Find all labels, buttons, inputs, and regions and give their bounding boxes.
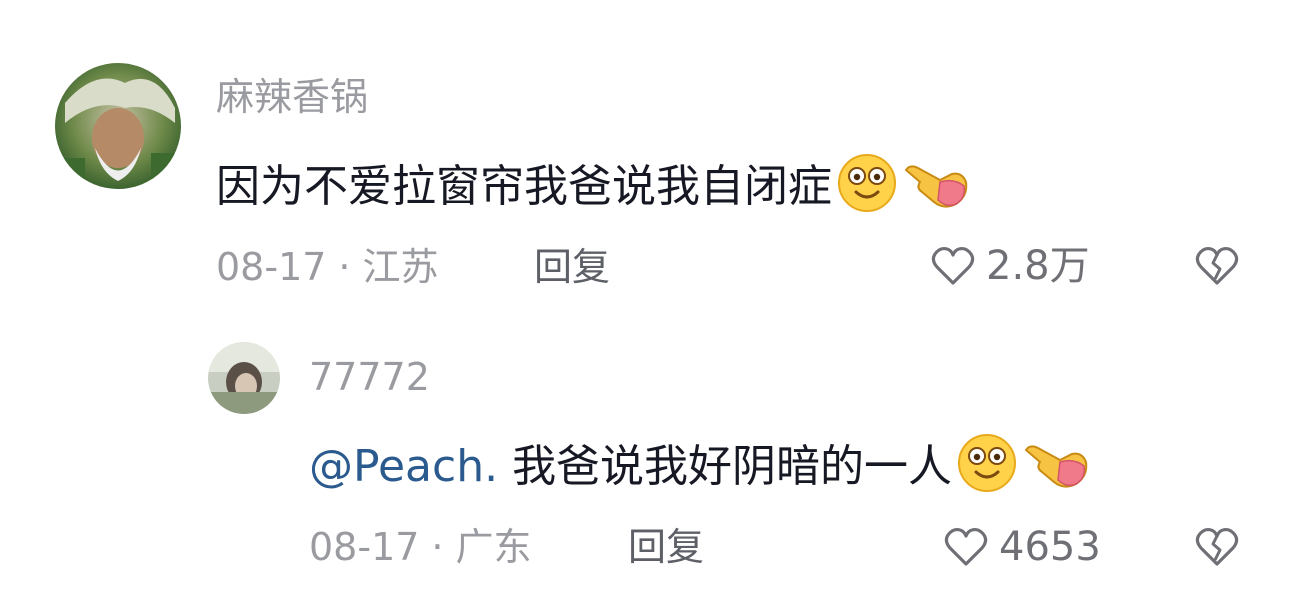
- avatar-image: [55, 63, 181, 189]
- mention-link[interactable]: @Peach.: [309, 445, 498, 489]
- meta-separator: ·: [431, 525, 444, 569]
- reply-location: 广东: [455, 525, 532, 569]
- like-count: 2.8万: [986, 243, 1090, 289]
- username[interactable]: 麻辣香锅: [216, 78, 368, 116]
- avatar[interactable]: [55, 63, 181, 189]
- reply-avatar[interactable]: [208, 342, 280, 414]
- broken-heart-icon: [1195, 246, 1239, 285]
- like-count: 4653: [999, 524, 1101, 570]
- reply-meta: 08-17 · 广东: [309, 528, 532, 566]
- broken-heart-icon: [1195, 527, 1239, 566]
- pointing-finger-emoji: [1020, 432, 1090, 502]
- pointing-finger-emoji: [900, 152, 970, 222]
- meta-separator: ·: [338, 245, 351, 289]
- comment-body: 因为不爱拉窗帘我爸说我自闭症: [216, 161, 832, 212]
- avatar-image: [208, 342, 280, 414]
- comment-meta: 08-17 · 江苏: [216, 248, 439, 286]
- comment-text: 因为不爱拉窗帘我爸说我自闭症: [216, 152, 970, 222]
- like-button[interactable]: 2.8万: [930, 245, 1090, 287]
- reply-button[interactable]: 回复: [534, 248, 610, 286]
- dislike-button[interactable]: [1193, 526, 1241, 572]
- smile-emoji: [956, 432, 1018, 502]
- reply-body: 我爸说我好阴暗的一人: [512, 441, 953, 492]
- like-button[interactable]: 4653: [943, 526, 1101, 568]
- reply-date: 08-17: [309, 525, 420, 569]
- comment-date: 08-17: [216, 245, 327, 289]
- reply-text: @Peach. 我爸说我好阴暗的一人: [309, 432, 1090, 502]
- reply-button[interactable]: 回复: [628, 528, 704, 566]
- username[interactable]: 77772: [309, 358, 430, 396]
- heart-outline-icon: [931, 246, 975, 285]
- dislike-button[interactable]: [1193, 245, 1241, 291]
- comment-location: 江苏: [362, 245, 439, 289]
- heart-outline-icon: [944, 527, 988, 566]
- smile-emoji: [836, 152, 898, 222]
